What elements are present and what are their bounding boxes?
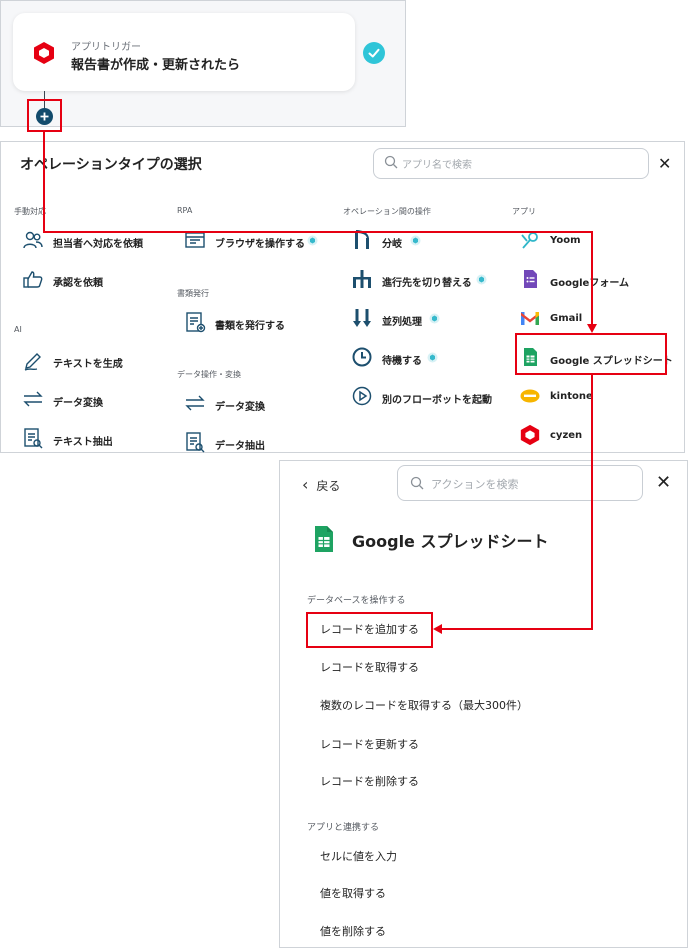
action-input-cell[interactable]: セルに値を入力 bbox=[320, 848, 397, 864]
thumbs-up-icon bbox=[22, 268, 44, 290]
item-request-approval[interactable]: 承認を依頼 bbox=[53, 274, 103, 289]
pen-icon bbox=[22, 349, 44, 371]
action-get-value[interactable]: 値を取得する bbox=[320, 885, 386, 901]
item-data-convert[interactable]: データ変換 bbox=[215, 398, 265, 413]
item-data-convert-ai[interactable]: データ変換 bbox=[53, 394, 103, 409]
action-delete-value[interactable]: 値を削除する bbox=[320, 923, 386, 939]
item-generate-text[interactable]: テキストを生成 bbox=[53, 355, 123, 370]
app-cyzen[interactable]: cyzen bbox=[550, 430, 582, 441]
document-icon bbox=[184, 311, 206, 333]
action-update-record[interactable]: レコードを更新する bbox=[320, 736, 419, 752]
clock-icon bbox=[351, 346, 373, 368]
back-label: 戻る bbox=[316, 479, 341, 493]
gmail-icon bbox=[519, 307, 541, 329]
app-yoom[interactable]: Yoom bbox=[550, 235, 580, 246]
highlight-add-operation bbox=[27, 99, 62, 132]
column-header-flow-ops: オペレーション間の操作 bbox=[343, 207, 431, 216]
column-header-rpa: RPA bbox=[177, 206, 193, 215]
kintone-logo-icon bbox=[519, 385, 541, 407]
premium-badge-icon bbox=[410, 235, 421, 246]
item-data-extract[interactable]: データ抽出 bbox=[215, 437, 265, 452]
item-start-flowbot[interactable]: 別のフローボットを起動 bbox=[382, 391, 492, 406]
cyzen-logo-icon bbox=[34, 42, 54, 64]
action-delete-record[interactable]: レコードを削除する bbox=[320, 773, 419, 789]
item-branch[interactable]: 分岐 bbox=[382, 235, 402, 250]
text-extract-icon bbox=[22, 427, 44, 449]
premium-badge-icon bbox=[429, 313, 440, 324]
convert-icon bbox=[184, 392, 206, 414]
trigger-subtitle: アプリトリガー bbox=[71, 42, 141, 53]
premium-badge-icon bbox=[427, 352, 438, 363]
parallel-icon bbox=[351, 307, 373, 329]
trigger-card[interactable] bbox=[13, 13, 355, 91]
column-header-apps: アプリ bbox=[512, 207, 536, 216]
column-header-documents: 書類発行 bbox=[177, 289, 209, 298]
trigger-title: 報告書が作成・更新されたら bbox=[71, 58, 241, 73]
item-wait[interactable]: 待機する bbox=[382, 352, 422, 367]
arrow-left-icon bbox=[433, 624, 442, 634]
close-icon[interactable]: ✕ bbox=[656, 472, 671, 493]
annotation-line bbox=[43, 231, 593, 233]
arrow-down-icon bbox=[587, 324, 597, 333]
cyzen-logo-icon bbox=[519, 424, 541, 446]
column-header-ai: AI bbox=[14, 325, 22, 334]
item-issue-document[interactable]: 書類を発行する bbox=[215, 317, 285, 332]
column-header-manual: 手動対応 bbox=[14, 207, 46, 216]
item-request-assignee[interactable]: 担当者へ対応を依頼 bbox=[53, 235, 143, 250]
switch-route-icon bbox=[351, 268, 373, 290]
section-header-app: アプリと連携する bbox=[307, 823, 380, 833]
item-operate-browser[interactable]: ブラウザを操作する bbox=[215, 235, 305, 250]
app-google-forms[interactable]: Googleフォーム bbox=[550, 274, 629, 289]
action-get-record[interactable]: レコードを取得する bbox=[320, 659, 419, 675]
panel-title: オペレーションタイプの選択 bbox=[20, 157, 202, 173]
action-get-records[interactable]: 複数のレコードを取得する（最大300件） bbox=[320, 697, 528, 713]
search-icon bbox=[384, 155, 398, 169]
annotation-line bbox=[591, 231, 593, 326]
convert-icon bbox=[22, 388, 44, 410]
close-icon[interactable]: ✕ bbox=[658, 154, 671, 173]
item-extract-text[interactable]: テキスト抽出 bbox=[53, 433, 113, 448]
annotation-line bbox=[43, 131, 45, 233]
highlight-add-record bbox=[306, 612, 433, 648]
app-title: Google スプレッドシート bbox=[352, 532, 549, 551]
data-extract-icon bbox=[184, 431, 206, 453]
app-kintone[interactable]: kintone bbox=[550, 391, 593, 402]
app-gmail[interactable]: Gmail bbox=[550, 313, 582, 324]
section-header-database: データベースを操作する bbox=[307, 596, 406, 606]
chevron-left-icon: ‹ bbox=[302, 475, 309, 494]
premium-badge-icon bbox=[476, 274, 487, 285]
google-sheets-icon bbox=[313, 525, 335, 557]
back-button[interactable]: ‹ 戻る bbox=[302, 475, 340, 494]
annotation-line bbox=[441, 628, 593, 630]
people-icon bbox=[22, 229, 44, 251]
annotation-line bbox=[591, 375, 593, 630]
column-header-data-ops: データ操作・変換 bbox=[177, 370, 241, 379]
search-placeholder: アプリ名で検索 bbox=[402, 160, 472, 171]
google-forms-icon bbox=[519, 268, 541, 290]
highlight-google-sheets bbox=[515, 333, 667, 375]
premium-badge-icon bbox=[307, 235, 318, 246]
search-icon bbox=[410, 476, 424, 490]
search-placeholder: アクションを検索 bbox=[431, 478, 519, 491]
play-icon bbox=[351, 385, 373, 407]
item-switch-route[interactable]: 進行先を切り替える bbox=[382, 274, 472, 289]
item-parallel[interactable]: 並列処理 bbox=[382, 313, 422, 328]
check-icon bbox=[363, 42, 385, 64]
